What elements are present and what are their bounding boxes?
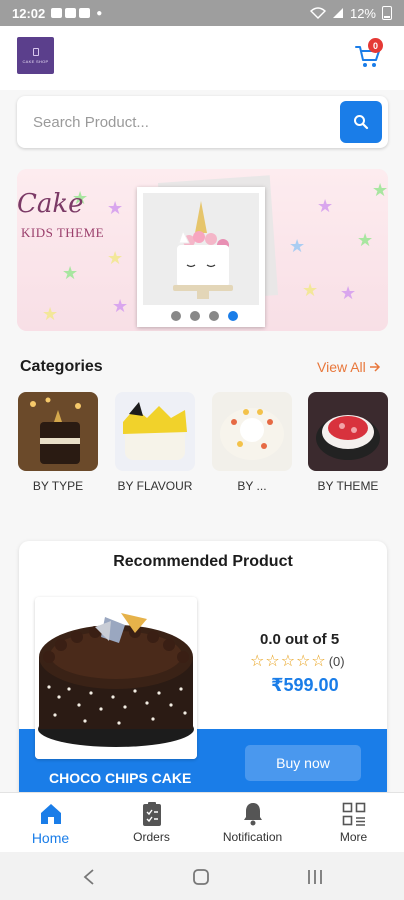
cart-count-badge: 0 — [368, 38, 383, 53]
status-time: 12:02 — [12, 5, 46, 21]
categories-title: Categories — [20, 358, 103, 375]
battery-percent: 12% — [349, 5, 376, 21]
product-price: ₹599.00 — [271, 675, 339, 695]
nav-label: Notification — [222, 830, 283, 844]
star-decoration-icon: ★ — [372, 180, 388, 200]
star-decoration-icon: ★ — [357, 230, 374, 250]
banner-subtitle: KIDS THEME — [21, 225, 105, 240]
category-label: BY ... — [237, 479, 267, 493]
back-icon[interactable] — [82, 868, 96, 886]
category-by-other[interactable]: BY ... — [212, 392, 292, 493]
rating-text: 0.0 out of 5 — [260, 631, 340, 648]
category-image — [18, 392, 98, 471]
star-decoration-icon: ★ — [62, 263, 79, 283]
star-outline-icon: ☆ — [265, 653, 280, 670]
status-bar: 12:02 ● 12% — [0, 0, 404, 26]
star-decoration-icon: ★ — [107, 248, 124, 268]
star-decoration-icon: ★ — [317, 196, 334, 216]
carousel-dot-active[interactable] — [228, 311, 238, 321]
status-right: 12% — [309, 5, 392, 21]
rating-stars: ☆ ☆ ☆ ☆ ☆ (0) — [250, 651, 345, 671]
bottom-navigation: Home Orders Notification More — [0, 792, 404, 852]
search-icon — [354, 115, 369, 130]
nav-home[interactable]: Home — [0, 793, 101, 853]
arrow-right-icon — [369, 362, 380, 372]
nav-label: Home — [31, 830, 70, 846]
star-decoration-icon: ★ — [107, 198, 124, 218]
home-icon — [38, 801, 64, 827]
banner-photo — [137, 187, 265, 327]
promo-banner[interactable]: ★ ★ ★ ★ ★ ★ ★ ★ ★ ★ ★ ★ Cake KIDS THEME — [17, 169, 388, 331]
star-decoration-icon: ★ — [302, 280, 319, 300]
buy-now-button[interactable]: Buy now — [245, 745, 361, 781]
logo-text: CAKE SHOP — [22, 58, 49, 64]
star-outline-icon: ☆ — [311, 653, 326, 670]
category-image — [212, 392, 292, 471]
search-button[interactable] — [340, 101, 382, 143]
home-button-icon[interactable] — [192, 868, 210, 886]
view-all-link[interactable]: View All — [317, 359, 381, 375]
category-by-flavour[interactable]: BY FLAVOUR — [115, 392, 195, 493]
recents-icon[interactable] — [306, 869, 324, 885]
star-outline-icon: ☆ — [296, 653, 311, 670]
star-decoration-icon: ★ — [289, 236, 306, 256]
nav-orders[interactable]: Orders — [101, 793, 202, 853]
category-label: BY THEME — [317, 479, 379, 493]
category-image — [115, 392, 195, 471]
carousel-indicator — [171, 311, 238, 321]
system-navigation-bar — [0, 852, 404, 900]
category-label: BY TYPE — [32, 479, 84, 493]
rating-count: (0) — [328, 653, 345, 669]
carousel-dot[interactable] — [171, 311, 181, 321]
product-name[interactable]: CHOCO CHIPS CAKE — [49, 770, 191, 786]
grid-icon — [341, 801, 367, 827]
battery-icon — [382, 6, 392, 20]
search-input[interactable] — [33, 108, 333, 136]
category-label: BY FLAVOUR — [117, 479, 193, 493]
orders-icon — [139, 801, 165, 827]
star-outline-icon: ☆ — [280, 653, 296, 670]
banner-title: Cake — [17, 189, 84, 219]
star-outline-icon: ☆ — [250, 653, 265, 670]
logo-mark — [32, 47, 39, 56]
category-by-type[interactable]: BY TYPE — [18, 392, 98, 493]
view-all-label: View All — [317, 359, 366, 375]
nav-notification[interactable]: Notification — [202, 793, 303, 853]
recommended-title: Recommended Product — [113, 553, 293, 570]
category-image — [308, 392, 388, 471]
nav-label: Orders — [133, 830, 170, 844]
shop-logo[interactable]: CAKE SHOP — [17, 37, 54, 74]
notification-icons — [51, 8, 91, 18]
carousel-dot[interactable] — [209, 311, 219, 321]
recommended-product-card: Recommended Product 0.0 out of 5 ☆ ☆ ☆ ☆… — [19, 541, 387, 801]
nav-more[interactable]: More — [303, 793, 404, 853]
search-bar — [17, 96, 388, 148]
unicorn-cake-image — [143, 193, 259, 305]
category-by-theme[interactable]: BY THEME — [308, 392, 388, 493]
star-decoration-icon: ★ — [42, 304, 59, 324]
star-decoration-icon: ★ — [112, 296, 129, 316]
status-dot-icon: ● — [96, 7, 103, 19]
nav-label: More — [339, 830, 368, 844]
app-header: CAKE SHOP 0 — [0, 26, 404, 90]
star-decoration-icon: ★ — [340, 283, 357, 303]
product-image[interactable] — [35, 597, 197, 759]
signal-icon — [332, 8, 343, 18]
bell-icon — [240, 801, 266, 827]
carousel-dot[interactable] — [190, 311, 200, 321]
wifi-icon — [309, 7, 326, 19]
